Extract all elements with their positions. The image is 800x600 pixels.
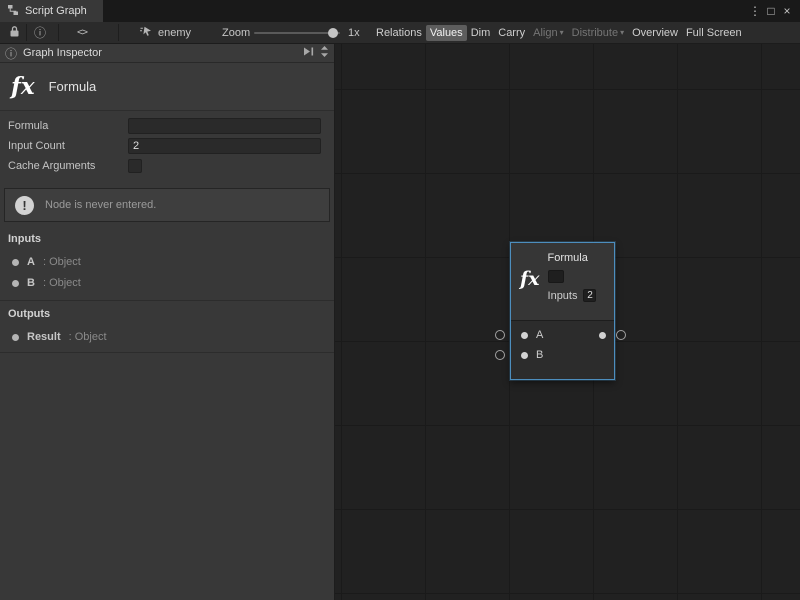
lock-button[interactable] bbox=[4, 22, 24, 43]
unity-window: Script Graph ⋮ □ × ⓘ <> bbox=[0, 0, 800, 600]
edit-script-button[interactable]: <> bbox=[72, 22, 92, 43]
formula-node[interactable]: fx Formula Inputs 2 A bbox=[510, 242, 615, 380]
divider bbox=[0, 352, 334, 353]
info-icon: ⓘ bbox=[34, 24, 46, 41]
chevron-down-icon: ▾ bbox=[620, 29, 624, 37]
port-dot-icon bbox=[12, 334, 19, 341]
unit-title-block: fx Formula bbox=[0, 63, 334, 111]
formula-node-header: fx Formula Inputs 2 bbox=[511, 243, 614, 320]
port-dot-icon bbox=[12, 280, 19, 287]
panel-scroll-arrows-icon[interactable] bbox=[320, 45, 329, 61]
outputs-section-header: Outputs bbox=[8, 308, 50, 320]
input-pin-row-a: A : Object bbox=[0, 253, 334, 271]
input-count-input[interactable]: 2 bbox=[128, 138, 321, 154]
carry-button[interactable]: Carry bbox=[494, 25, 529, 41]
node-inputs-label: Inputs bbox=[548, 290, 578, 302]
graph-canvas[interactable]: fx Formula Inputs 2 A bbox=[335, 44, 800, 600]
cache-arguments-label: Cache Arguments bbox=[8, 160, 95, 172]
zoom-label: Zoom bbox=[222, 22, 250, 43]
formula-field-label: Formula bbox=[8, 120, 48, 132]
values-button[interactable]: Values bbox=[426, 25, 467, 41]
code-icon: <> bbox=[77, 27, 87, 38]
toolbar-buttons: Relations Values Dim Carry Align ▾ Distr… bbox=[372, 22, 800, 43]
pointer-icon bbox=[140, 26, 153, 40]
node-title: Formula bbox=[548, 252, 597, 264]
tab-script-graph[interactable]: Script Graph bbox=[0, 0, 103, 22]
port-row-b: B bbox=[511, 345, 614, 365]
inspector-header: ⓘ Graph Inspector bbox=[0, 44, 334, 63]
graph-toolbar: ⓘ <> enemy Zoom 1x Relations Values Dim … bbox=[0, 22, 800, 44]
graph-breadcrumb[interactable]: enemy bbox=[140, 22, 191, 43]
script-graph-icon bbox=[7, 4, 19, 19]
divider bbox=[0, 300, 334, 301]
cache-arguments-field-row: Cache Arguments bbox=[0, 158, 334, 176]
input-port-b-icon[interactable] bbox=[521, 352, 528, 359]
warning-icon: ! bbox=[15, 196, 34, 215]
zoom-slider-knob[interactable] bbox=[328, 28, 338, 38]
warning-box: ! Node is never entered. bbox=[4, 188, 330, 222]
zoom-slider[interactable] bbox=[254, 32, 340, 34]
chevron-down-icon: ▾ bbox=[560, 29, 564, 37]
output-pin-row-result: Result : Object bbox=[0, 328, 334, 346]
port-ring-b-icon[interactable] bbox=[495, 350, 505, 360]
warning-text: Node is never entered. bbox=[45, 199, 156, 211]
graph-name: enemy bbox=[158, 27, 191, 39]
relations-button[interactable]: Relations bbox=[372, 25, 426, 41]
dock-panel-icon[interactable] bbox=[303, 47, 314, 59]
zoom-value: 1x bbox=[348, 22, 360, 43]
unit-title: Formula bbox=[49, 79, 97, 94]
node-ports: A B bbox=[511, 320, 614, 379]
close-icon[interactable]: × bbox=[779, 0, 795, 22]
formula-fx-icon: fx bbox=[520, 270, 540, 289]
distribute-dropdown[interactable]: Distribute ▾ bbox=[568, 25, 628, 41]
formula-input[interactable] bbox=[128, 118, 321, 134]
formula-field-row: Formula bbox=[0, 118, 334, 136]
graph-inspector-panel: ⓘ Graph Inspector fx Formula Formula bbox=[0, 44, 335, 600]
toolbar-separator bbox=[26, 24, 27, 41]
port-ring-result-icon[interactable] bbox=[616, 330, 626, 340]
window-menu-icon[interactable]: ⋮ bbox=[747, 0, 763, 22]
port-dot-icon bbox=[12, 259, 19, 266]
window-controls: ⋮ □ × bbox=[747, 0, 800, 22]
inspector-toggle-button[interactable]: ⓘ bbox=[30, 22, 50, 43]
cache-arguments-checkbox[interactable] bbox=[128, 159, 142, 173]
dim-button[interactable]: Dim bbox=[467, 25, 495, 41]
input-count-field-row: Input Count 2 bbox=[0, 138, 334, 156]
input-pin-row-b: B : Object bbox=[0, 274, 334, 292]
node-formula-input[interactable] bbox=[548, 270, 564, 283]
input-port-a-icon[interactable] bbox=[521, 332, 528, 339]
inputs-section-header: Inputs bbox=[8, 233, 41, 245]
output-port-result-icon[interactable] bbox=[599, 332, 606, 339]
lock-icon bbox=[9, 25, 20, 41]
overview-button[interactable]: Overview bbox=[628, 25, 682, 41]
tab-label: Script Graph bbox=[25, 5, 87, 17]
node-inputs-line: Inputs 2 bbox=[548, 289, 597, 302]
inspector-title: Graph Inspector bbox=[23, 47, 102, 59]
port-row-a: A bbox=[511, 325, 614, 345]
toolbar-separator bbox=[58, 24, 59, 41]
full-screen-button[interactable]: Full Screen bbox=[682, 25, 746, 41]
maximize-icon[interactable]: □ bbox=[763, 0, 779, 22]
tab-bar: Script Graph ⋮ □ × bbox=[0, 0, 800, 22]
formula-fx-icon: fx bbox=[11, 75, 35, 98]
node-input-count-stepper[interactable]: 2 bbox=[583, 289, 596, 302]
input-count-label: Input Count bbox=[8, 140, 65, 152]
align-dropdown[interactable]: Align ▾ bbox=[529, 25, 567, 41]
port-ring-a-icon[interactable] bbox=[495, 330, 505, 340]
info-icon: ⓘ bbox=[5, 45, 17, 62]
toolbar-separator bbox=[118, 24, 119, 41]
